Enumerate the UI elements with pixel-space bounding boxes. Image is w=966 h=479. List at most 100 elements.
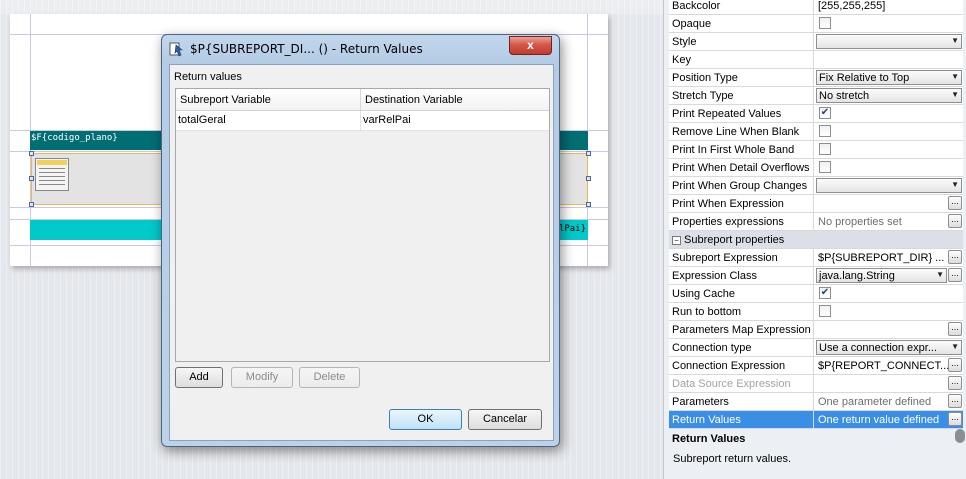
summary-field-text: lPai}	[558, 224, 586, 234]
property-row-print-when-group-changes[interactable]: Print When Group Changes ▼	[669, 177, 963, 195]
section-subreport-properties[interactable]: − Subreport properties	[669, 231, 963, 249]
checkbox[interactable]: ✔	[819, 287, 831, 299]
property-value[interactable]: No properties set...	[815, 213, 963, 230]
dropdown[interactable]: java.lang.String ▼	[816, 268, 947, 283]
splitter-knob[interactable]	[955, 429, 965, 443]
add-button[interactable]: Add	[175, 367, 223, 388]
property-row-parameters-map-expression[interactable]: Parameters Map Expression...	[669, 321, 963, 339]
resize-handle[interactable]	[586, 202, 591, 207]
property-name: Print When Group Changes	[669, 177, 814, 194]
checkbox[interactable]	[819, 125, 831, 137]
property-row-opaque[interactable]: Opaque	[669, 15, 963, 33]
property-value[interactable]: ...	[815, 195, 963, 212]
property-name: Print Repeated Values	[669, 105, 814, 122]
property-value[interactable]: Use a connection expr... ▼	[815, 339, 963, 356]
property-row-using-cache[interactable]: Using Cache ✔	[669, 285, 963, 303]
checkbox[interactable]	[819, 17, 831, 29]
property-name: Print In First Whole Band	[669, 141, 814, 158]
ellipsis-button[interactable]: ...	[948, 394, 962, 408]
property-value[interactable]: ✔	[815, 285, 963, 302]
modify-button[interactable]: Modify	[231, 367, 293, 388]
property-value[interactable]: ▼	[815, 33, 963, 50]
ellipsis-button[interactable]: ...	[948, 412, 962, 426]
property-value[interactable]	[815, 159, 963, 176]
resize-handle[interactable]	[29, 176, 34, 181]
close-button[interactable]: x	[509, 36, 552, 55]
property-value[interactable]: No stretch ▼	[815, 87, 963, 104]
property-row-key[interactable]: Key	[669, 51, 963, 69]
checkbox[interactable]	[819, 143, 831, 155]
property-value[interactable]	[815, 303, 963, 320]
property-row-stretch-type[interactable]: Stretch Type No stretch ▼	[669, 87, 963, 105]
property-value[interactable]	[815, 15, 963, 32]
ellipsis-button[interactable]: ...	[948, 250, 962, 264]
resize-handle[interactable]	[586, 176, 591, 181]
checkbox[interactable]: ✔	[819, 107, 831, 119]
property-value[interactable]: [255,255,255]	[815, 0, 963, 14]
property-value[interactable]: ▼	[815, 177, 963, 194]
column-header-subreport-variable[interactable]: Subreport Variable	[176, 89, 361, 110]
property-name: Print When Detail Overflows	[669, 159, 814, 176]
property-row-connection-expression[interactable]: Connection Expression $P{REPORT_CONNECT..…	[669, 357, 963, 375]
ellipsis-button[interactable]: ...	[948, 376, 962, 390]
property-row-backcolor[interactable]: Backcolor [255,255,255]	[669, 0, 963, 15]
property-value[interactable]	[815, 123, 963, 140]
dropdown[interactable]: ▼	[816, 178, 962, 193]
column-header-destination-variable[interactable]: Destination Variable	[361, 89, 549, 110]
property-row-print-in-first-whole-band[interactable]: Print In First Whole Band	[669, 141, 963, 159]
property-row-expression-class[interactable]: Expression Class java.lang.String ▼...	[669, 267, 963, 285]
property-row-remove-line-when-blank[interactable]: Remove Line When Blank	[669, 123, 963, 141]
collapse-icon[interactable]: −	[672, 236, 681, 245]
ellipsis-button[interactable]: ...	[948, 214, 962, 228]
ellipsis-button[interactable]: ...	[948, 268, 962, 282]
property-row-parameters[interactable]: Parameters One parameter defined...	[669, 393, 963, 411]
ok-button[interactable]: OK	[389, 409, 462, 430]
property-value[interactable]	[815, 141, 963, 158]
table-row[interactable]: totalGeral varRelPai	[176, 111, 549, 131]
ellipsis-button[interactable]: ...	[948, 358, 962, 372]
ellipsis-button[interactable]: ...	[948, 196, 962, 210]
resize-handle[interactable]	[29, 151, 34, 156]
property-row-properties-expressions[interactable]: Properties expressions No properties set.…	[669, 213, 963, 231]
cancel-button[interactable]: Cancelar	[468, 409, 542, 430]
destination-variable-cell[interactable]: varRelPai	[361, 111, 549, 130]
property-value[interactable]: Fix Relative to Top ▼	[815, 69, 963, 86]
property-value[interactable]: One return value defined...	[815, 411, 963, 428]
property-value[interactable]	[815, 51, 963, 68]
check-icon: ✔	[820, 107, 830, 118]
checkbox[interactable]	[819, 161, 831, 173]
value-text: One return value defined	[818, 414, 940, 426]
ellipsis-button[interactable]: ...	[948, 322, 962, 336]
return-values-table[interactable]: Subreport Variable Destination Variable …	[175, 88, 550, 362]
property-row-return-values[interactable]: Return Values One return value defined...	[669, 411, 963, 429]
delete-button[interactable]: Delete	[299, 367, 360, 388]
property-row-print-repeated-values[interactable]: Print Repeated Values ✔	[669, 105, 963, 123]
property-value[interactable]: $P{SUBREPORT_DIR} ......	[815, 249, 963, 266]
checkbox[interactable]	[819, 305, 831, 317]
dropdown[interactable]: Fix Relative to Top ▼	[816, 70, 962, 85]
property-row-data-source-expression[interactable]: Data Source Expression...	[669, 375, 963, 393]
property-help-panel: Return Values Subreport return values.	[669, 429, 965, 479]
property-row-style[interactable]: Style ▼	[669, 33, 963, 51]
subreport-variable-cell[interactable]: totalGeral	[176, 111, 361, 130]
dropdown[interactable]: ▼	[816, 34, 962, 49]
dropdown-value: No stretch	[819, 90, 870, 102]
property-value[interactable]: ✔	[815, 105, 963, 122]
section-label: Subreport properties	[684, 234, 785, 246]
property-row-position-type[interactable]: Position Type Fix Relative to Top ▼	[669, 69, 963, 87]
dropdown[interactable]: No stretch ▼	[816, 88, 962, 103]
property-value[interactable]: $P{REPORT_CONNECT......	[815, 357, 963, 374]
property-value[interactable]: One parameter defined...	[815, 393, 963, 410]
property-row-subreport-expression[interactable]: Subreport Expression $P{SUBREPORT_DIR} ..…	[669, 249, 963, 267]
resize-handle[interactable]	[29, 202, 34, 207]
dropdown[interactable]: Use a connection expr... ▼	[816, 340, 962, 355]
property-row-run-to-bottom[interactable]: Run to bottom	[669, 303, 963, 321]
property-row-print-when-detail-overflows[interactable]: Print When Detail Overflows	[669, 159, 963, 177]
property-value[interactable]: ...	[815, 375, 963, 392]
property-row-connection-type[interactable]: Connection type Use a connection expr... ▼	[669, 339, 963, 357]
property-row-print-when-expression[interactable]: Print When Expression...	[669, 195, 963, 213]
resize-handle[interactable]	[586, 151, 591, 156]
property-value[interactable]: java.lang.String ▼...	[815, 267, 963, 284]
property-value[interactable]: ...	[815, 321, 963, 338]
property-name: Connection Expression	[669, 357, 814, 374]
